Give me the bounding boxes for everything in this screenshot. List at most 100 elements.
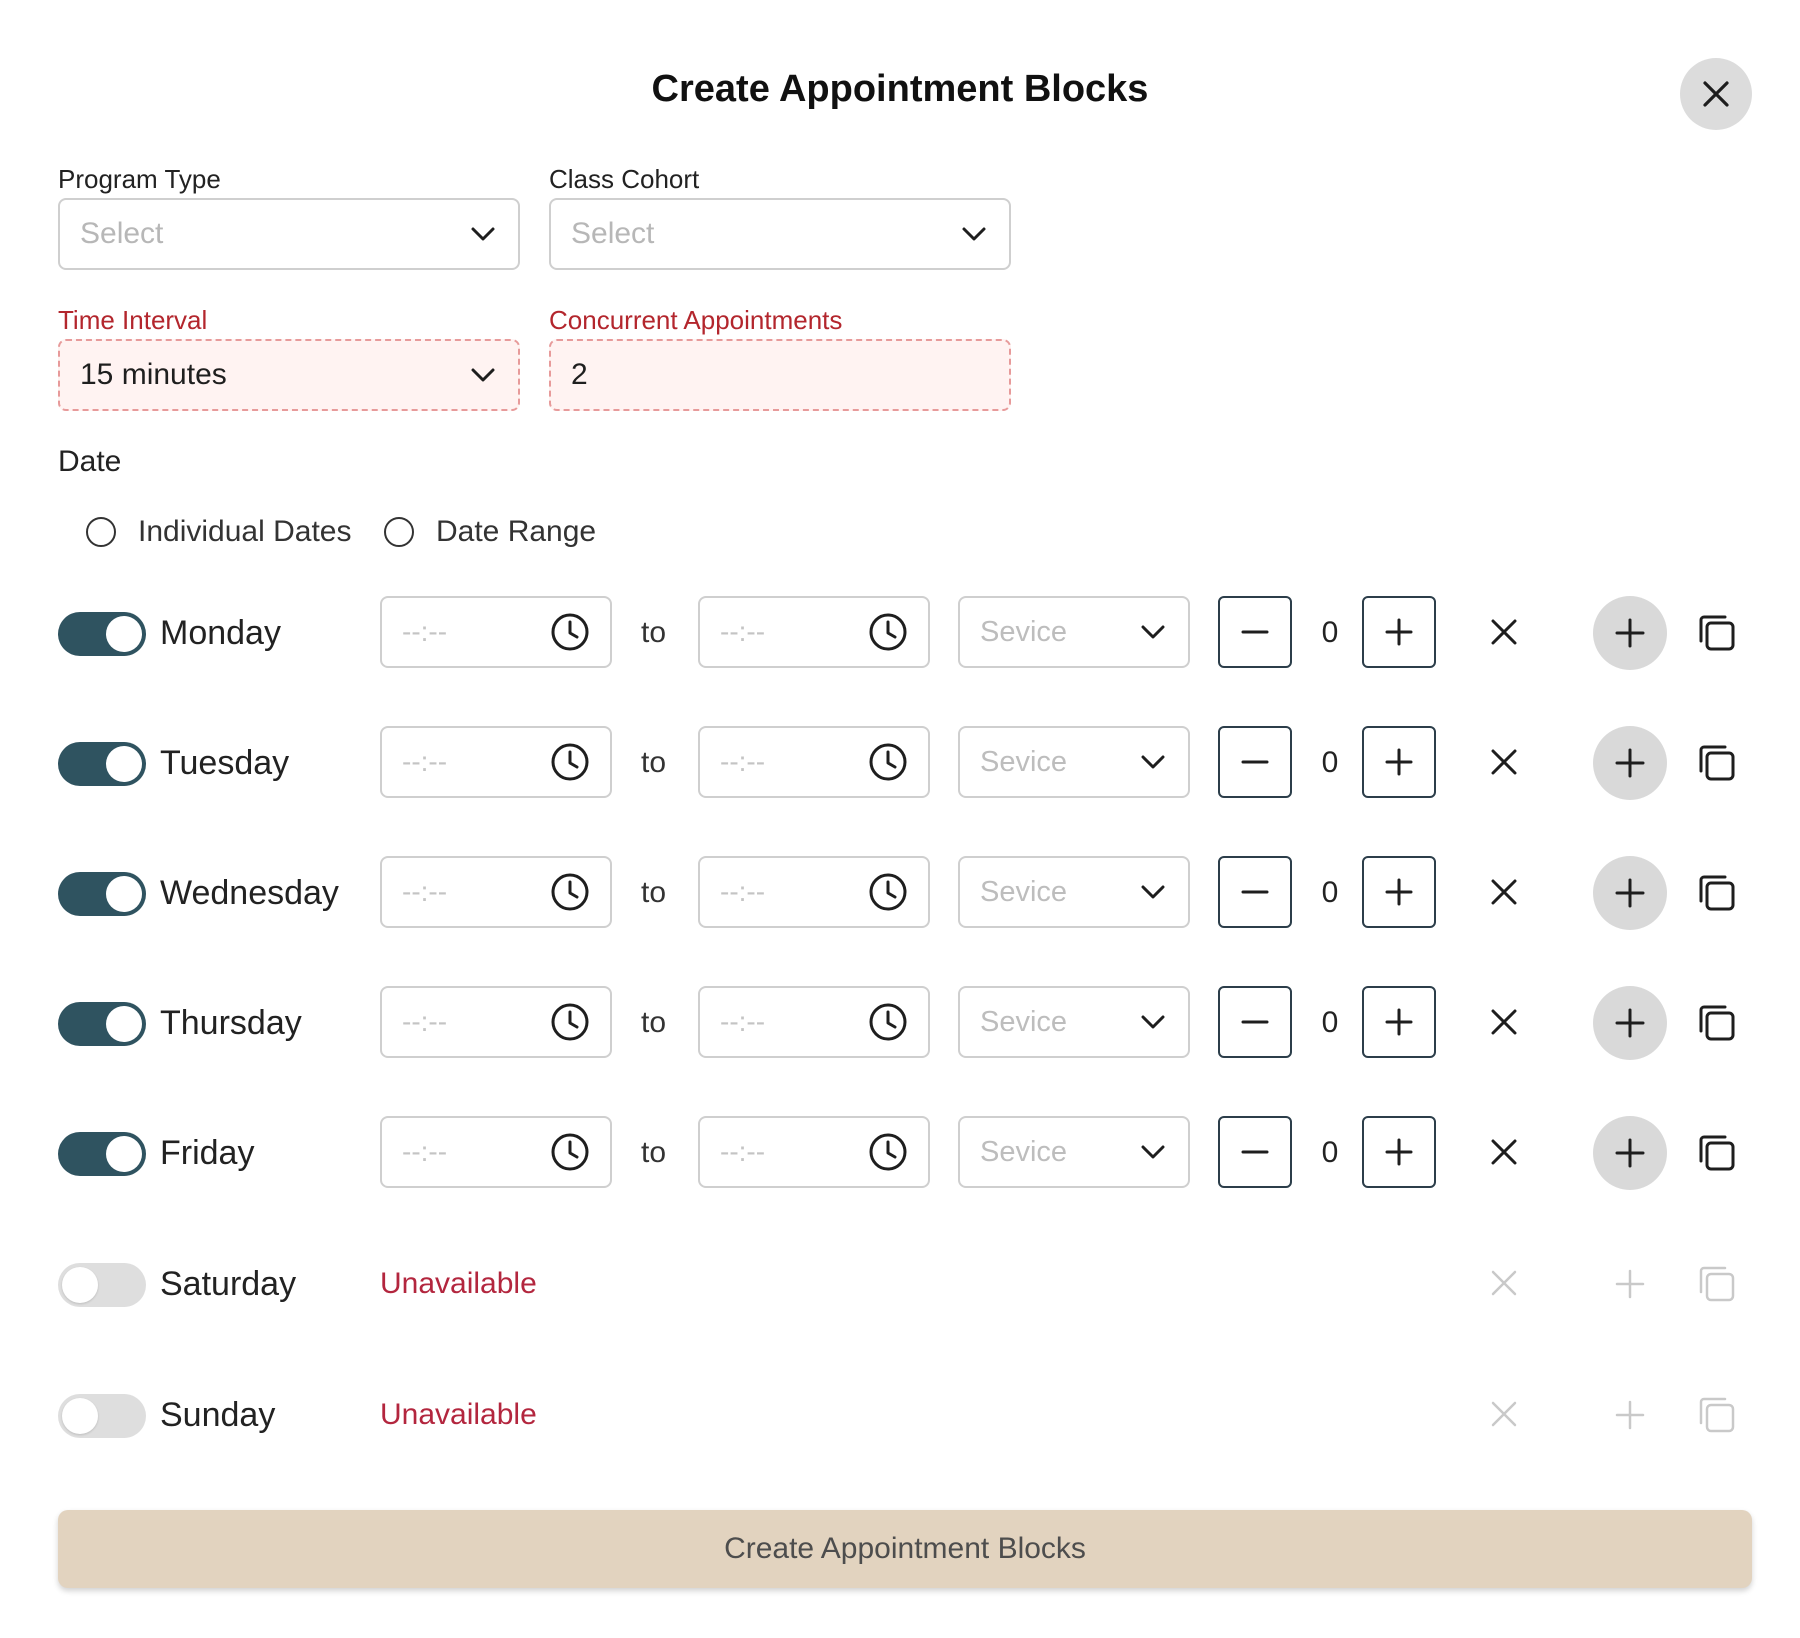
add-time-slot-button[interactable]	[1593, 726, 1667, 800]
day-name: Tuesday	[160, 744, 290, 782]
day-row-wednesday: Wednesday --:-- to --:-- Sevice 0	[0, 856, 1800, 930]
radio-button-icon	[384, 517, 414, 547]
end-time-input[interactable]: --:--	[698, 856, 930, 928]
clock-icon	[869, 1133, 907, 1171]
chevron-down-icon	[471, 368, 495, 382]
sunday-toggle[interactable]	[58, 1394, 146, 1438]
start-time-input[interactable]: --:--	[380, 856, 612, 928]
decrement-button[interactable]	[1218, 1116, 1292, 1188]
minus-icon	[1241, 630, 1269, 634]
increment-button[interactable]	[1362, 726, 1436, 798]
chevron-down-icon	[1141, 755, 1165, 769]
chevron-down-icon	[1141, 885, 1165, 899]
copy-icon	[1699, 1135, 1735, 1171]
dialog-title: Create Appointment Blocks	[651, 68, 1149, 110]
increment-button[interactable]	[1362, 856, 1436, 928]
end-time-input[interactable]: --:--	[698, 596, 930, 668]
unavailable-label: Unavailable	[380, 1398, 537, 1431]
add-time-slot-button[interactable]	[1593, 1116, 1667, 1190]
toggle-knob	[106, 1006, 142, 1042]
radio-button-icon	[86, 517, 116, 547]
decrement-button[interactable]	[1218, 856, 1292, 928]
end-time-placeholder: --:--	[720, 746, 766, 777]
day-name: Sunday	[160, 1396, 276, 1434]
increment-button[interactable]	[1362, 1116, 1436, 1188]
concurrent-appointments-input[interactable]: 2	[549, 339, 1011, 411]
end-time-placeholder: --:--	[720, 616, 766, 647]
clock-icon	[551, 873, 589, 911]
copy-button	[1692, 1390, 1742, 1440]
concurrent-appointments-label: Concurrent Appointments	[549, 305, 843, 335]
copy-button[interactable]	[1692, 868, 1742, 918]
clock-icon	[869, 613, 907, 651]
end-time-input[interactable]: --:--	[698, 1116, 930, 1188]
close-icon	[1491, 1139, 1517, 1165]
copy-button[interactable]	[1692, 738, 1742, 788]
start-time-input[interactable]: --:--	[380, 726, 612, 798]
copy-button[interactable]	[1692, 998, 1742, 1048]
close-icon	[1491, 749, 1517, 775]
friday-toggle[interactable]	[58, 1132, 146, 1176]
service-select[interactable]: Sevice	[958, 1116, 1190, 1188]
monday-toggle[interactable]	[58, 612, 146, 656]
service-placeholder: Sevice	[980, 615, 1068, 648]
decrement-button[interactable]	[1218, 726, 1292, 798]
toggle-knob	[106, 746, 142, 782]
tuesday-toggle[interactable]	[58, 742, 146, 786]
time-interval-select[interactable]: 15 minutes	[58, 339, 520, 411]
service-placeholder: Sevice	[980, 745, 1068, 778]
copy-button[interactable]	[1692, 1128, 1742, 1178]
start-time-placeholder: --:--	[402, 876, 448, 907]
individual-dates-radio[interactable]: Individual Dates	[86, 515, 351, 549]
to-label: to	[641, 1006, 667, 1039]
time-interval-label: Time Interval	[58, 305, 208, 335]
individual-dates-label: Individual Dates	[138, 515, 352, 548]
saturday-toggle[interactable]	[58, 1263, 146, 1307]
increment-button[interactable]	[1362, 596, 1436, 668]
add-time-slot-button[interactable]	[1593, 986, 1667, 1060]
day-name: Thursday	[160, 1004, 302, 1042]
program-type-select[interactable]: Select	[58, 198, 520, 270]
start-time-placeholder: --:--	[402, 1136, 448, 1167]
service-select[interactable]: Sevice	[958, 856, 1190, 928]
minus-icon	[1241, 1020, 1269, 1024]
remove-time-slot-button[interactable]	[1480, 608, 1528, 656]
plus-icon	[1615, 1138, 1645, 1168]
copy-icon	[1699, 615, 1735, 651]
start-time-input[interactable]: --:--	[380, 986, 612, 1058]
close-button[interactable]	[1680, 58, 1752, 130]
service-select[interactable]: Sevice	[958, 596, 1190, 668]
add-time-slot-button[interactable]	[1593, 856, 1667, 930]
start-time-placeholder: --:--	[402, 616, 448, 647]
class-cohort-label: Class Cohort	[549, 164, 700, 194]
thursday-toggle[interactable]	[58, 1002, 146, 1046]
decrement-button[interactable]	[1218, 596, 1292, 668]
clock-icon	[551, 1133, 589, 1171]
remove-time-slot-button[interactable]	[1480, 738, 1528, 786]
remove-time-slot-button[interactable]	[1480, 998, 1528, 1046]
create-appointment-blocks-button[interactable]: Create Appointment Blocks	[58, 1510, 1752, 1588]
end-time-input[interactable]: --:--	[698, 986, 930, 1058]
remove-time-slot-button[interactable]	[1480, 868, 1528, 916]
service-select[interactable]: Sevice	[958, 986, 1190, 1058]
start-time-input[interactable]: --:--	[380, 1116, 612, 1188]
class-cohort-select[interactable]: Select	[549, 198, 1011, 270]
start-time-input[interactable]: --:--	[380, 596, 612, 668]
copy-button[interactable]	[1692, 608, 1742, 658]
end-time-input[interactable]: --:--	[698, 726, 930, 798]
plus-icon	[1615, 1269, 1645, 1299]
remove-time-slot-button	[1480, 1390, 1528, 1438]
toggle-knob	[106, 616, 142, 652]
program-type-placeholder: Select	[80, 217, 164, 250]
clock-icon	[869, 873, 907, 911]
remove-time-slot-button[interactable]	[1480, 1128, 1528, 1176]
wednesday-toggle[interactable]	[58, 872, 146, 916]
service-select[interactable]: Sevice	[958, 726, 1190, 798]
start-time-placeholder: --:--	[402, 1006, 448, 1037]
add-time-slot-button[interactable]	[1593, 596, 1667, 670]
count-value: 0	[1321, 1006, 1339, 1039]
decrement-button[interactable]	[1218, 986, 1292, 1058]
date-range-label: Date Range	[436, 515, 597, 548]
date-range-radio[interactable]: Date Range	[384, 515, 596, 549]
increment-button[interactable]	[1362, 986, 1436, 1058]
